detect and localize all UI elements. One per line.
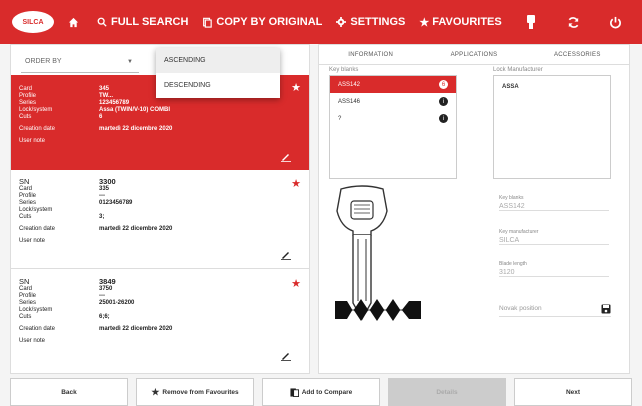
card-row: Series 0123456789 <box>19 200 133 206</box>
key-manufacturer-field: Key manufacturer SILCA <box>499 229 609 245</box>
order-by-select[interactable]: ORDER BY ▼ <box>21 51 139 73</box>
result-card[interactable]: SN 3849 Card 3750 Profile --- Series 25001-2… <box>11 271 309 369</box>
blade-length-field: Blade length 3120 <box>499 261 609 277</box>
favourites-button[interactable]: ★ FAVOURITES <box>419 16 501 29</box>
card-row: Creation date martedì 22 dicembre 2020 <box>19 326 173 332</box>
disabled-action-button: Details <box>388 378 506 406</box>
card-row: Profile --- <box>19 293 105 299</box>
option-ascending[interactable]: ASCENDING <box>156 48 280 73</box>
add-to-compare-button[interactable]: Add to Compare <box>262 378 380 406</box>
power-button[interactable] <box>600 16 630 29</box>
gear-icon <box>336 17 347 27</box>
caret-down-icon: ▼ <box>127 58 133 65</box>
info-icon[interactable]: i <box>439 114 448 123</box>
key-blank-item[interactable]: ASS146 i <box>330 93 456 110</box>
key-blanks-label: Key blanks <box>329 67 359 73</box>
key-blank-item[interactable]: ? i <box>330 110 456 127</box>
compare-icon <box>290 387 299 397</box>
info-icon[interactable]: i <box>439 97 448 106</box>
copy-by-original-button[interactable]: COPY BY ORIGINAL <box>202 16 322 28</box>
settings-button[interactable]: SETTINGS <box>336 16 405 28</box>
silca-logo[interactable]: SILCA <box>12 11 54 33</box>
sync-icon <box>568 16 578 28</box>
card-row: Cuts 6;6; <box>19 314 110 320</box>
back-button[interactable]: Back <box>10 378 128 406</box>
card-row: Creation date martedì 22 dicembre 2020 <box>19 126 173 132</box>
card-row: Lock/system <box>19 307 53 313</box>
tab-accessories[interactable]: ACCESSORIES <box>526 45 629 64</box>
card-row: SN 3300 <box>19 177 116 186</box>
detail-tabs: INFORMATION APPLICATIONS ACCESSORIES <box>319 45 629 65</box>
key-blank-item[interactable]: ASS142 6 <box>330 76 456 93</box>
copy-icon <box>203 17 213 28</box>
top-bar-right <box>516 0 642 44</box>
card-row: User note <box>19 138 46 144</box>
card-row: Card 335 <box>19 186 110 192</box>
option-descending[interactable]: DESCENDING <box>156 73 280 98</box>
card-row: Cuts 3; <box>19 214 105 220</box>
home-icon <box>68 17 79 27</box>
next-button[interactable]: Next <box>514 378 632 406</box>
key-device-button[interactable] <box>516 15 546 29</box>
key-blanks-list: ASS142 6 ASS146 i ? i <box>329 75 457 179</box>
card-row: Creation date martedì 22 dicembre 2020 <box>19 226 173 232</box>
tab-information[interactable]: INFORMATION <box>319 45 422 64</box>
note-input[interactable]: Novak position <box>499 301 611 317</box>
star-icon: ★ <box>419 16 430 29</box>
edit-icon[interactable] <box>281 250 291 260</box>
power-icon <box>609 16 621 28</box>
card-row: Cuts 6 <box>19 114 103 120</box>
favourite-star-icon[interactable]: ★ <box>291 177 301 190</box>
info-icon[interactable]: 6 <box>439 80 448 89</box>
card-row: Series 123456789 <box>19 100 130 106</box>
lock-manufacturer-label: Lock Manufacturer <box>493 67 543 73</box>
card-row: Profile --- <box>19 193 105 199</box>
star-icon: ★ <box>151 386 160 397</box>
card-row: Card 3750 <box>19 286 113 292</box>
home-button[interactable] <box>68 17 83 28</box>
remove-favourite-button[interactable]: ★ Remove from Favourites <box>136 378 254 406</box>
edit-icon[interactable] <box>281 351 291 361</box>
lock-manufacturer-list: ASSA <box>493 75 611 179</box>
favourite-star-icon[interactable]: ★ <box>291 81 301 94</box>
favourite-star-icon[interactable]: ★ <box>291 277 301 290</box>
save-icon[interactable] <box>601 304 611 314</box>
order-dropdown: ASCENDING DESCENDING <box>156 48 280 98</box>
tab-applications[interactable]: APPLICATIONS <box>422 45 525 64</box>
detail-panel: INFORMATION APPLICATIONS ACCESSORIES Key… <box>318 44 630 374</box>
result-card[interactable]: SN 3300 Card 335 Profile --- Series 01234567… <box>11 171 309 269</box>
cut-profile-image <box>335 299 421 321</box>
card-row: User note <box>19 338 46 344</box>
key-device-icon <box>527 15 535 29</box>
card-row: Series 25001-26200 <box>19 300 135 306</box>
card-row: Lock/system <box>19 207 53 213</box>
full-search-button[interactable]: FULL SEARCH <box>97 16 188 28</box>
card-row: SN 3849 <box>19 277 116 286</box>
results-panel: ORDER BY ▼ ASCENDING DESCENDING Card 345 … <box>10 44 310 374</box>
edit-icon[interactable] <box>281 152 291 162</box>
search-icon <box>97 17 107 27</box>
app: SILCA FULL SEARCH COPY BY ORIGINAL SETTI… <box>0 0 642 406</box>
key-blanks-field: Key blanks ASS142 <box>499 195 609 211</box>
card-row: Lock/system Assa (TWIN/V-10) COMBI <box>19 107 171 113</box>
card-row: User note <box>19 238 46 244</box>
top-bar: SILCA FULL SEARCH COPY BY ORIGINAL SETTI… <box>0 0 642 44</box>
lock-manufacturer-item[interactable]: ASSA <box>502 84 519 90</box>
bottom-toolbar: Back ★ Remove from Favourites Add to Com… <box>0 378 642 406</box>
sync-button[interactable] <box>558 16 588 29</box>
